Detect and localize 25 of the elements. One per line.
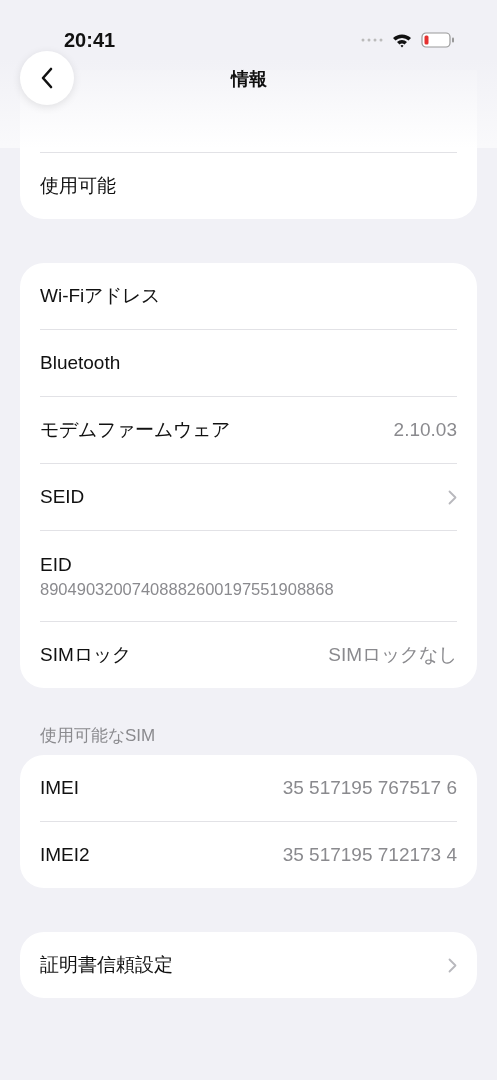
wifi-icon (392, 32, 412, 48)
row-label: Bluetooth (40, 352, 121, 374)
signal-icon (361, 38, 383, 42)
row-value: 89049032007408882600197551908868 (40, 579, 334, 599)
battery-icon (421, 32, 455, 48)
row-label: 使用可能 (40, 174, 116, 198)
status-time: 20:41 (64, 28, 116, 52)
row-label: SIMロック (40, 643, 131, 667)
row-label: EID (40, 553, 72, 576)
row-label: Wi-Fiアドレス (40, 284, 161, 308)
row-label: モデムファームウェア (40, 418, 230, 442)
back-chevron-icon (40, 67, 54, 89)
nav-title: 情報 (230, 68, 267, 91)
chevron-right-icon (448, 957, 457, 973)
row-value: 35 517195 712173 4 (282, 844, 457, 866)
row-label: IMEI2 (40, 844, 90, 866)
row-value: SIMロックなし (328, 643, 457, 667)
row-value: 35 517195 767517 6 (282, 777, 457, 799)
row-label: IMEI (40, 777, 80, 799)
back-button[interactable] (20, 51, 74, 105)
row-value: 2.10.03 (393, 419, 457, 441)
chevron-right-icon (448, 489, 457, 505)
row-label[interactable]: 証明書信頼設定 (40, 952, 173, 978)
section-header: 使用可能なSIM (39, 725, 157, 747)
row-label[interactable]: SEID (40, 486, 85, 508)
